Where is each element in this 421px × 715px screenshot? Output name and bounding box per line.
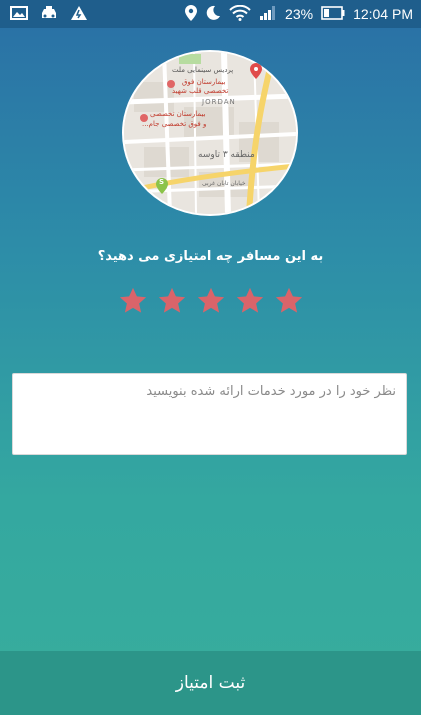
start-marker-label: S — [159, 178, 165, 186]
map-label-hospital1b: تخصصی قلب شهید — [172, 87, 229, 95]
star-icon-2[interactable] — [157, 286, 187, 316]
star-icon-1[interactable] — [118, 286, 148, 316]
star-icon-5[interactable] — [274, 286, 304, 316]
map-label-hospital2: بیمارستان تخصصی — [150, 110, 206, 118]
submit-rating-label: ثبت امتیاز — [175, 673, 246, 693]
moon-icon — [205, 5, 221, 24]
map-thumbnail: پردیس سینمایی ملت بیمارستان فوق تخصصی قل… — [122, 50, 298, 216]
wifi-icon — [229, 4, 251, 24]
map-label-hospital1: بیمارستان فوق — [182, 78, 226, 86]
image-icon — [10, 5, 28, 23]
status-left-icons — [0, 5, 88, 24]
submit-rating-button[interactable]: ثبت امتیاز — [0, 651, 421, 715]
signal-alert-icon — [70, 5, 88, 24]
map-label-street: خیابان تابان غربی — [202, 180, 246, 187]
comment-input[interactable] — [13, 374, 406, 454]
map-image — [124, 52, 296, 214]
star-rating — [118, 286, 304, 316]
map-label-hospital2b: و فوق تخصصی جام... — [142, 120, 207, 128]
star-icon-4[interactable] — [235, 286, 265, 316]
clock: 12:04 PM — [353, 6, 413, 22]
map-graphic — [124, 52, 296, 214]
status-right-icons: 23% 12:04 PM — [185, 4, 421, 24]
cell-signal-icon — [259, 5, 277, 24]
taxi-icon — [40, 5, 58, 24]
battery-percent: 23% — [285, 6, 314, 22]
map-label-zone: منطقه ۳ تاوسه — [198, 150, 255, 160]
map-label-park: پردیس سینمایی ملت — [172, 66, 234, 74]
battery-icon — [321, 5, 345, 23]
location-icon — [185, 4, 198, 24]
comment-box — [12, 373, 407, 455]
map-label-district: JORDAN — [202, 98, 236, 106]
status-bar: 23% 12:04 PM — [0, 0, 421, 28]
map-pin-icon — [250, 63, 262, 83]
start-marker-icon: S — [156, 178, 168, 198]
rating-question: به این مسافر چه امتیازی می دهید؟ — [97, 249, 324, 264]
star-icon-3[interactable] — [196, 286, 226, 316]
